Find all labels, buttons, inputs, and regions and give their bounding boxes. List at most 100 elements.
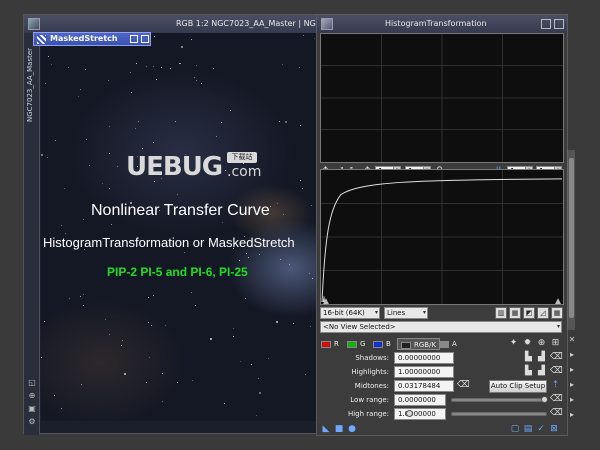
browse-documentation-icon[interactable]: ▤ <box>523 424 533 434</box>
stf-icon[interactable]: ⊕ <box>27 391 37 401</box>
auto-zero-shadows-icon[interactable]: ✦ <box>508 338 519 349</box>
settings-icon[interactable]: ⚙ <box>27 417 37 427</box>
workspace-icon-2[interactable]: ▸ <box>567 350 577 360</box>
star <box>83 294 84 295</box>
crosshair-icon[interactable]: ⊕ <box>536 338 547 349</box>
channel-b-label: B <box>386 340 391 348</box>
star <box>124 373 126 375</box>
preview-icon[interactable]: ▣ <box>27 404 37 414</box>
star <box>146 66 147 67</box>
apply-icon[interactable]: ● <box>347 424 357 434</box>
channel-swatch-b <box>373 340 383 348</box>
shadows-input[interactable]: 0.00000000 <box>394 352 454 364</box>
description-icon[interactable]: ▢ <box>510 424 520 434</box>
histogram-mode-button-1[interactable]: ▥ <box>495 307 507 319</box>
highlights-clip-icon[interactable]: ▟ <box>536 366 547 377</box>
reset-icon[interactable]: ⊠ <box>549 424 559 434</box>
image-canvas[interactable]: UEBUG 下载站 .com Nonlinear Transfer Curve … <box>41 33 317 421</box>
graph-style-select[interactable]: Lines ▾ <box>384 307 428 319</box>
auto-clip-setup-button[interactable]: Auto Clip Setup <box>489 380 547 393</box>
readout-icon[interactable]: ⊞ <box>550 338 561 349</box>
workspace-icon-4[interactable]: ▸ <box>567 380 577 390</box>
star <box>65 233 66 234</box>
low-range-reset-icon[interactable]: ⌫ <box>550 394 563 405</box>
midtones-reset-icon[interactable]: ⌫ <box>457 380 470 391</box>
masked-stretch-process-icon[interactable]: MaskedStretch <box>33 32 151 46</box>
star <box>108 80 109 81</box>
channel-g[interactable]: G <box>347 338 365 350</box>
channel-rgbk[interactable]: RGB/K <box>397 338 441 350</box>
high-range-reset-icon[interactable]: ⌫ <box>550 408 563 419</box>
star <box>302 188 303 189</box>
high-range-input[interactable]: 1.0000000 <box>394 408 446 420</box>
curve-mode-button[interactable]: ◿ <box>537 307 549 319</box>
star <box>154 36 155 37</box>
histogram-window-titlebar[interactable]: HistogramTransformation <box>317 15 567 33</box>
star <box>175 121 176 122</box>
caption-reference: PIP-2 PI-5 and PI-6, PI-25 <box>107 265 248 279</box>
star <box>121 345 122 346</box>
workspace-icon-6[interactable]: ▸ <box>567 410 577 420</box>
midtones-input[interactable]: 0.03178484 <box>394 380 454 392</box>
star <box>246 253 247 254</box>
workspace-icon-1[interactable]: ✕ <box>567 335 577 345</box>
star <box>285 121 287 123</box>
star <box>256 415 257 416</box>
close-button[interactable] <box>554 19 564 29</box>
star <box>44 321 45 322</box>
star <box>311 205 312 206</box>
auto-zero-highlights-icon[interactable]: ✹ <box>522 338 533 349</box>
highlights-histogram-icon[interactable]: ▙ <box>523 366 534 377</box>
apply-check-icon[interactable]: ✓ <box>536 424 546 434</box>
low-range-slider[interactable] <box>451 398 547 402</box>
star <box>179 63 180 64</box>
image-identifier-tab[interactable]: NGC7023_AA_Master <box>26 45 38 125</box>
view-selector[interactable]: <No View Selected> ▾ <box>320 321 562 333</box>
star <box>195 305 196 306</box>
grid-toggle-button[interactable]: ▦ <box>551 307 563 319</box>
histogram-mode-button-3[interactable]: ◩ <box>523 307 535 319</box>
star <box>277 203 278 204</box>
histogram-mode-button-2[interactable]: ▦ <box>509 307 521 319</box>
low-range-slider-knob[interactable] <box>541 396 548 403</box>
workspace-scrollbar[interactable] <box>567 150 575 330</box>
masked-stretch-maximize-button[interactable] <box>130 35 138 43</box>
low-range-input[interactable]: 0.0000000 <box>394 394 446 406</box>
star <box>248 257 249 258</box>
star <box>48 56 49 57</box>
shadows-histogram-icon[interactable]: ▙ <box>523 352 534 363</box>
star <box>293 323 294 324</box>
output-histogram-graph[interactable] <box>320 33 564 163</box>
workspace-icon-5[interactable]: ▸ <box>567 395 577 405</box>
highlights-input[interactable]: 1.00000000 <box>394 366 454 378</box>
workspace-icon-3[interactable]: ▸ <box>567 365 577 375</box>
resolution-select[interactable]: 16-bit (64K) ▾ <box>320 307 380 319</box>
channel-a-label: A <box>452 340 457 348</box>
mask-icon[interactable]: ◱ <box>27 378 37 388</box>
channel-b[interactable]: B <box>373 338 391 350</box>
image-window-titlebar[interactable]: RGB 1:2 NGC7023_AA_Master | NGC7023_AA_M… <box>24 15 388 33</box>
star <box>280 259 281 260</box>
new-instance-icon[interactable]: ◣ <box>321 424 331 434</box>
graph-style-value: Lines <box>387 309 406 317</box>
channel-a[interactable]: A <box>439 338 457 350</box>
workspace-scrollbar-thumb[interactable] <box>569 158 574 318</box>
caption-title: Nonlinear Transfer Curve <box>91 202 270 219</box>
high-range-slider[interactable] <box>451 412 547 416</box>
highlights-reset-icon[interactable]: ⌫ <box>550 366 563 377</box>
minimize-button[interactable] <box>541 19 551 29</box>
star <box>51 64 52 65</box>
highlights-marker[interactable] <box>555 298 562 304</box>
star <box>105 319 106 320</box>
channel-r[interactable]: R <box>321 338 339 350</box>
star <box>258 378 259 379</box>
apply-global-icon[interactable]: ■ <box>334 424 344 434</box>
masked-stretch-close-button[interactable] <box>141 35 149 43</box>
up-arrow-icon[interactable]: ⇡ <box>550 380 561 391</box>
shadows-clip-icon[interactable]: ▟ <box>536 352 547 363</box>
view-selector-value: <No View Selected> <box>323 323 396 331</box>
input-histogram-graph[interactable] <box>320 169 564 305</box>
star <box>149 357 150 358</box>
shadows-reset-icon[interactable]: ⌫ <box>550 352 563 363</box>
high-range-slider-knob[interactable] <box>406 410 413 417</box>
